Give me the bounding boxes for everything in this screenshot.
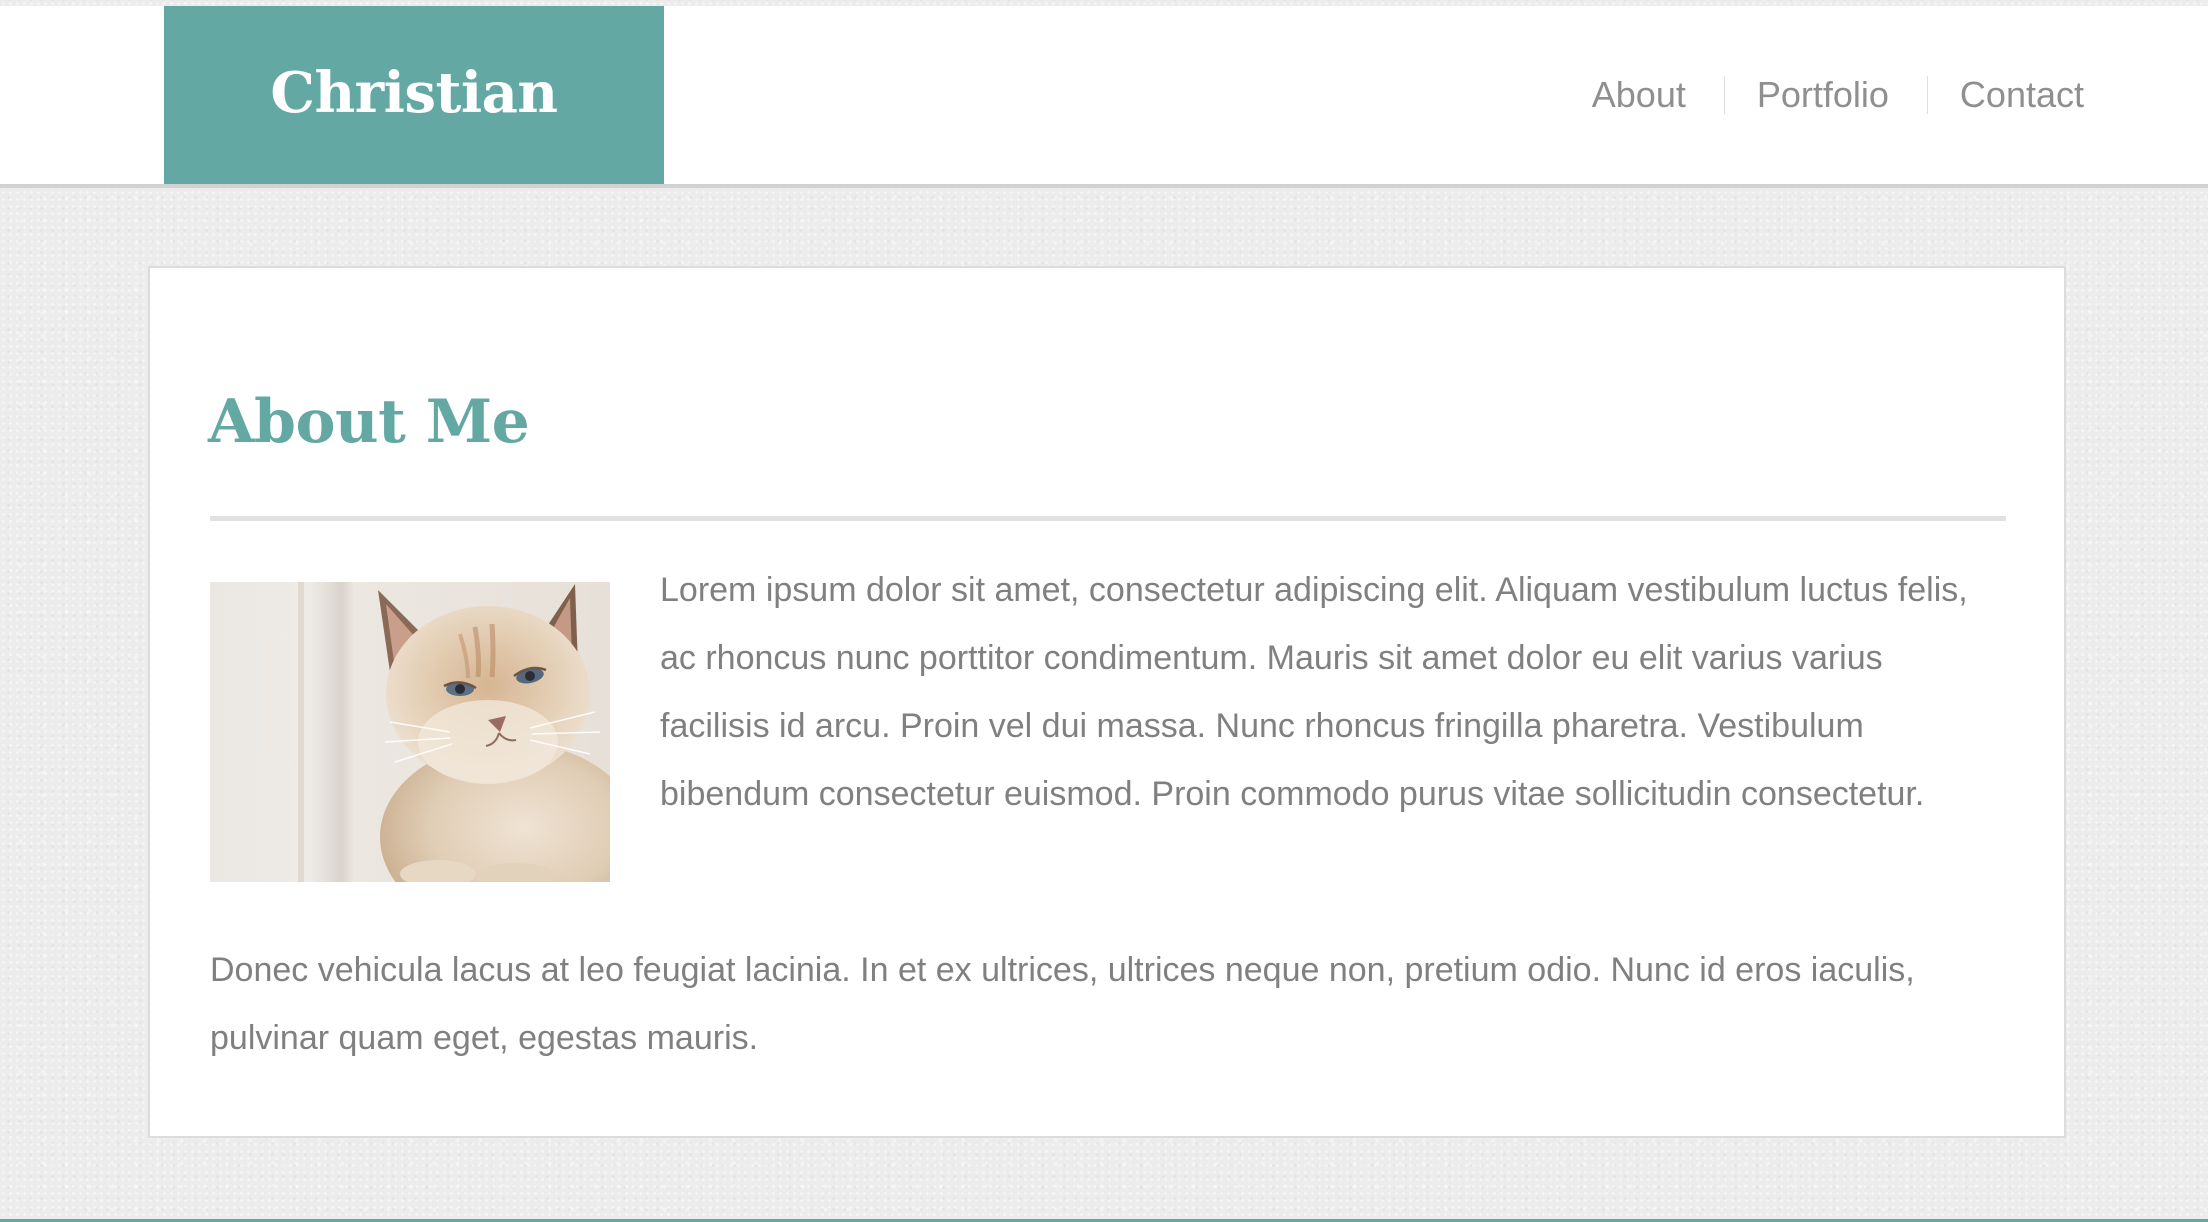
page-title: About Me (208, 387, 530, 457)
nav-link-contact[interactable]: Contact (1960, 77, 2084, 113)
nav-divider (1926, 76, 1928, 114)
nav-link-portfolio[interactable]: Portfolio (1757, 77, 1889, 113)
title-divider (210, 516, 2006, 521)
about-card: About Me Lorem ipsum dolor sit amet, con… (148, 266, 2066, 1138)
about-paragraph-1: Lorem ipsum dolor sit amet, consectetur … (660, 571, 1968, 813)
about-paragraph-2: Donec vehicula lacus at leo feugiat laci… (210, 951, 1915, 1057)
main-nav: About Portfolio Contact (1592, 70, 2084, 120)
nav-item-contact: Contact (1960, 77, 2084, 113)
site-logo[interactable]: Christian (164, 6, 664, 184)
nav-item-portfolio: Portfolio (1757, 77, 1889, 113)
cat-illustration (210, 582, 610, 882)
nav-link-about[interactable]: About (1592, 77, 1686, 113)
nav-item-about: About (1592, 77, 1686, 113)
nav-divider (1723, 76, 1725, 114)
cat-photo (210, 582, 610, 882)
site-header: Christian About Portfolio Contact (0, 6, 2208, 188)
site-logo-text: Christian (270, 60, 558, 126)
